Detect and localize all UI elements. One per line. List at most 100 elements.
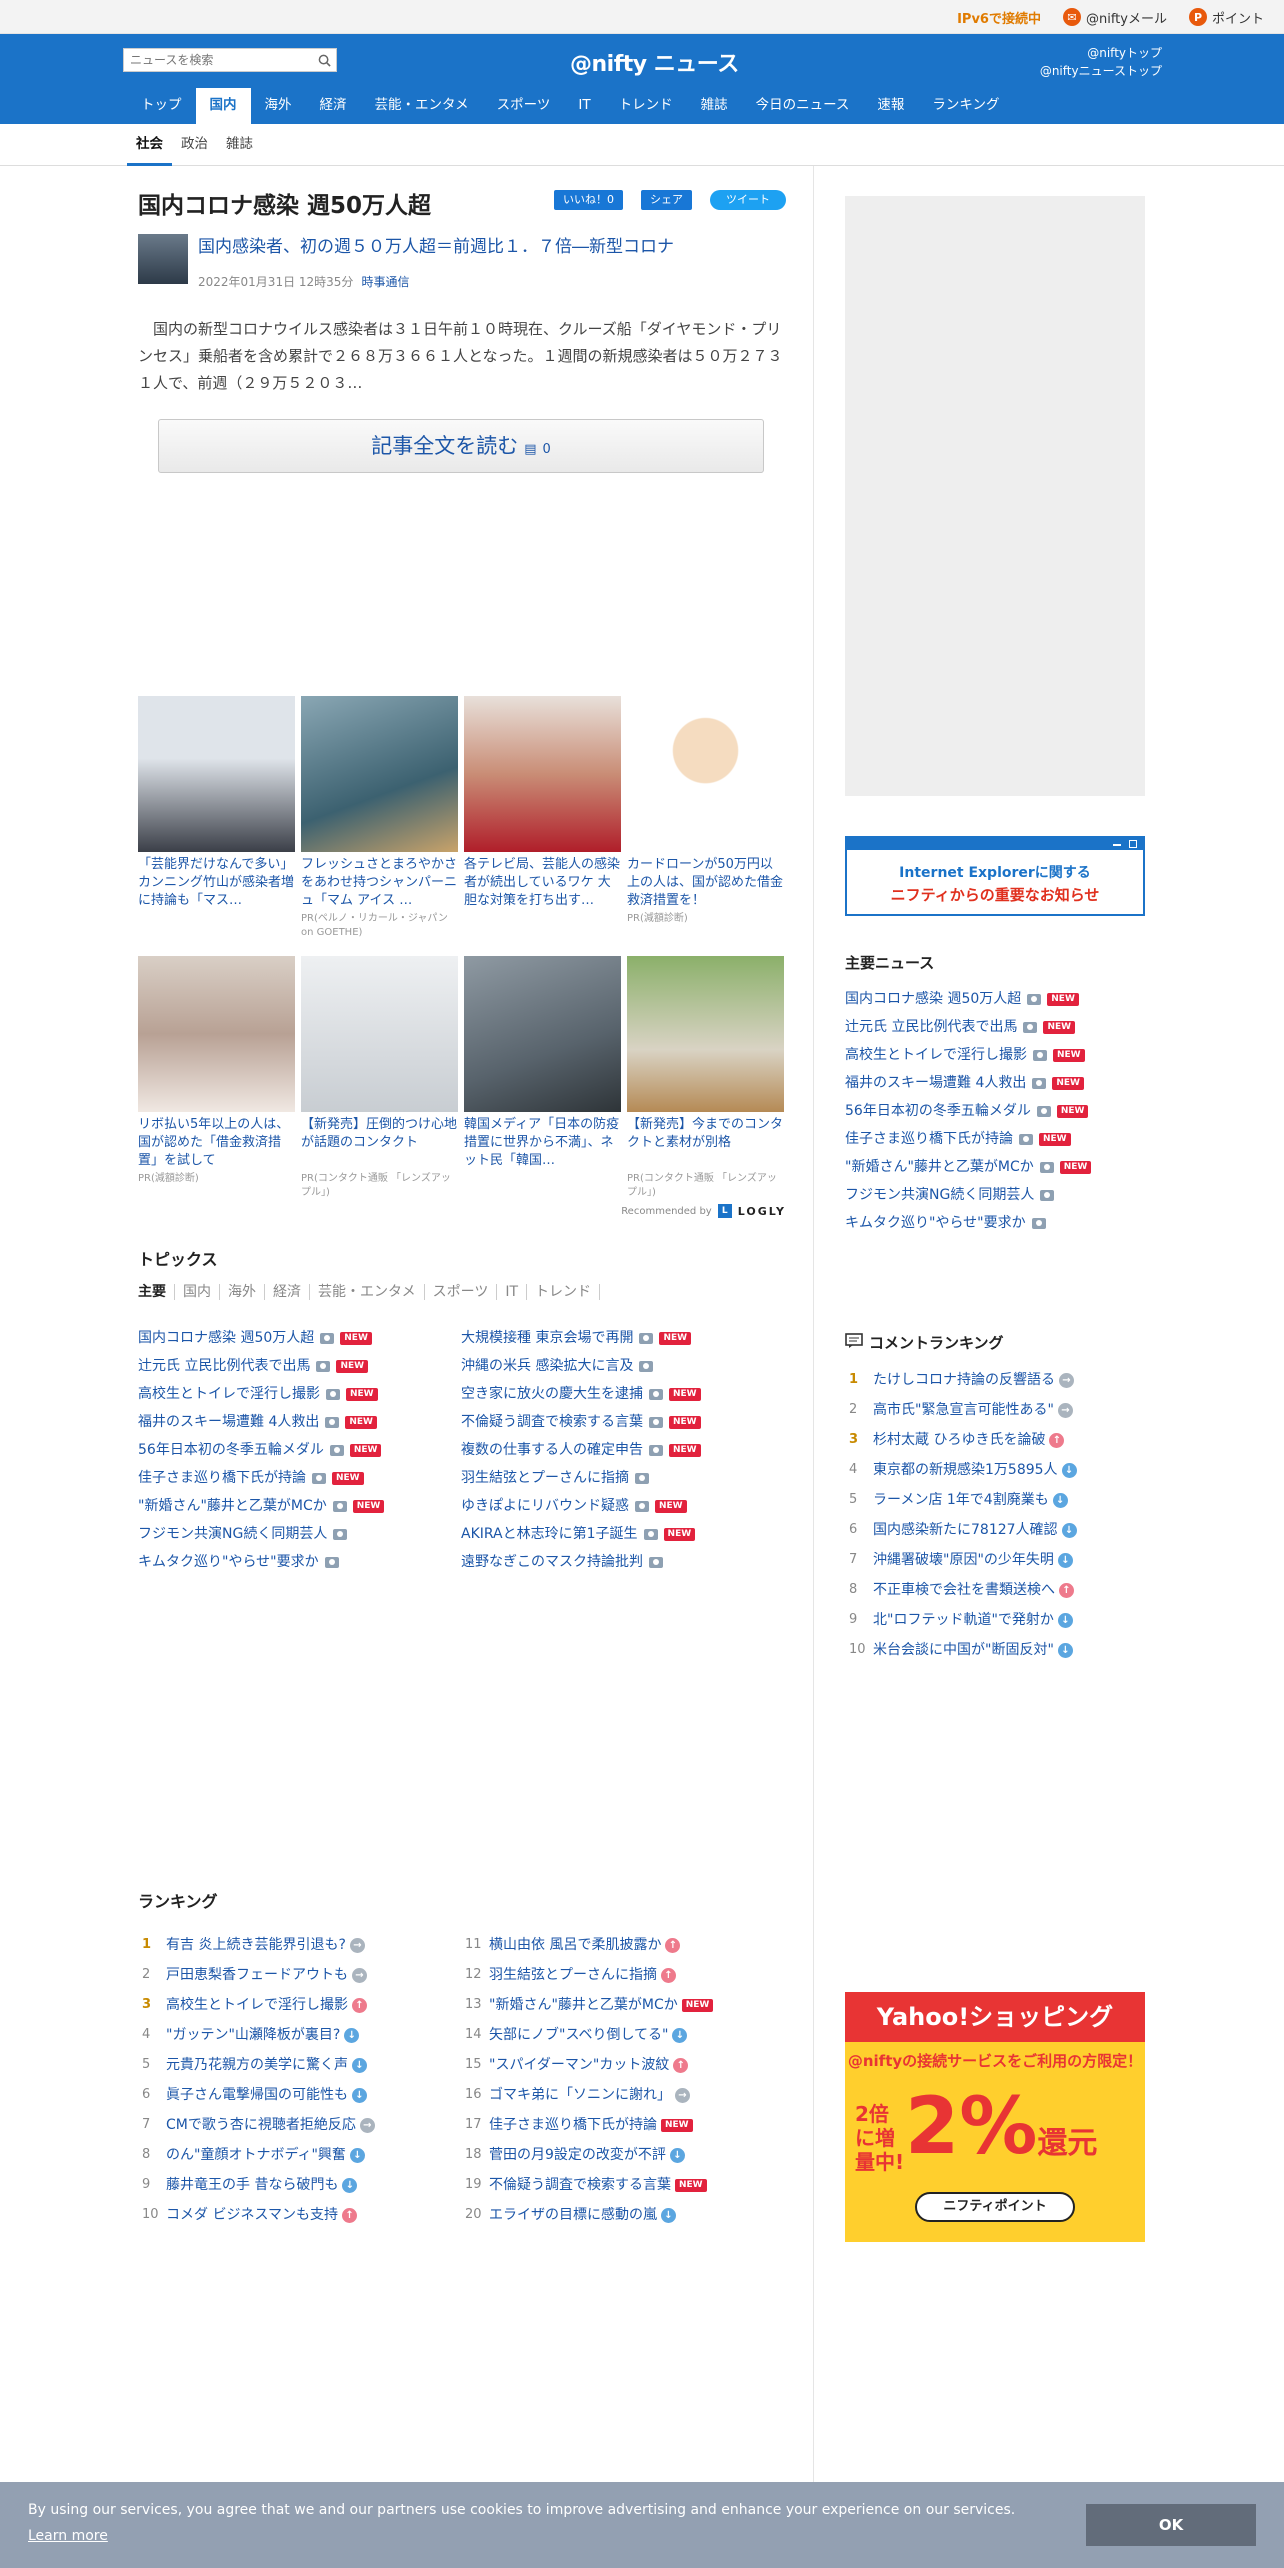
like-button[interactable]: いいね！0 [554, 190, 623, 210]
point-link[interactable]: P ポイント [1188, 8, 1264, 27]
ie-notice-banner[interactable]: Internet Explorerに関する ニフティからの重要なお知らせ [845, 836, 1145, 916]
topic-item[interactable]: "新婚さん"藤井と乙葉がMCか NEW [845, 1153, 1145, 1181]
topics-tab[interactable]: 国内 [175, 1284, 220, 1300]
ranking-item[interactable]: 5 元貴乃花親方の美学に驚く声 ↓ [138, 2050, 461, 2080]
site-logo[interactable]: @nifty ニュース [570, 46, 739, 78]
topics-tab[interactable]: 芸能・エンタメ [310, 1284, 425, 1300]
topic-item[interactable]: 福井のスキー場遭難 4人救出 NEW [845, 1069, 1145, 1097]
ranking-item[interactable]: 9 藤井竜王の手 昔なら破門も ↓ [138, 2170, 461, 2200]
nifty-news-top-link[interactable]: @niftyニューストップ [1040, 62, 1162, 80]
ranking-item[interactable]: 15 "スパイダーマン"カット波紋 ↑ [461, 2050, 784, 2080]
learn-more-link[interactable]: Learn more [28, 2528, 108, 2544]
recommend-card[interactable]: 「芸能界だけなんで多い」カンニング竹山が感染者増に持論も「マス… [138, 696, 295, 912]
topic-item[interactable]: キムタク巡り"やらせ"要求か [138, 1548, 461, 1576]
ranking-item[interactable]: 7 CMで歌う杏に視聴者拒絶反応 → [138, 2110, 461, 2140]
ranking-item[interactable]: 1 たけしコロナ持論の反響語る → [845, 1365, 1145, 1395]
ranking-item[interactable]: 3 杉村太蔵 ひろゆき氏を論破 ↑ [845, 1425, 1145, 1455]
article-thumbnail[interactable] [138, 234, 188, 284]
ranking-item[interactable]: 20 エライザの目標に感動の嵐 ↓ [461, 2200, 784, 2230]
topic-item[interactable]: 空き家に放火の慶大生を逮捕 NEW [461, 1380, 784, 1408]
recommend-card[interactable]: 韓国メディア「日本の防疫措置に世界から不満」、ネット民「韓国… [464, 956, 621, 1172]
topic-item[interactable]: フジモン共演NG続く同期芸人 [138, 1520, 461, 1548]
tweet-button[interactable]: ツイート [710, 190, 786, 210]
topic-item[interactable]: 辻元氏 立民比例代表で出馬 NEW [845, 1013, 1145, 1041]
ranking-item[interactable]: 11 横山由依 風呂で柔肌披露か ↑ [461, 1930, 784, 1960]
ranking-item[interactable]: 6 国内感染新たに78127人確認 ↓ [845, 1515, 1145, 1545]
subnav-tab[interactable]: 雑誌 [217, 124, 262, 166]
nav-tab[interactable]: スポーツ [483, 88, 565, 124]
subnav-tab[interactable]: 政治 [172, 124, 217, 166]
topic-item[interactable]: 高校生とトイレで淫行し撮影 NEW [845, 1041, 1145, 1069]
search-icon[interactable] [312, 49, 336, 71]
ranking-item[interactable]: 19 不倫疑う調査で検索する言葉 NEW [461, 2170, 784, 2200]
nav-tab[interactable]: ランキング [918, 88, 1013, 124]
topic-item[interactable]: キムタク巡り"やらせ"要求か [845, 1209, 1145, 1237]
ranking-item[interactable]: 4 東京都の新規感染1万5895人 ↓ [845, 1455, 1145, 1485]
ranking-item[interactable]: 8 のん"童顔オトナボディ"興奮 ↓ [138, 2140, 461, 2170]
ranking-item[interactable]: 1 有吉 炎上続き芸能界引退も? → [138, 1930, 461, 1960]
topic-item[interactable]: 福井のスキー場遭難 4人救出 NEW [138, 1408, 461, 1436]
ranking-item[interactable]: 16 ゴマキ弟に「ソニンに謝れ」 → [461, 2080, 784, 2110]
search-input[interactable] [124, 50, 312, 70]
ranking-item[interactable]: 10 米台会談に中国が"断固反対" ↓ [845, 1635, 1145, 1665]
recommend-card[interactable]: カードローンが50万円以上の人は、国が認めた借金救済措置を！ PR(減額診断) [627, 696, 784, 926]
mail-link[interactable]: ✉ @niftyメール [1062, 8, 1167, 27]
recommended-by[interactable]: Recommended by L LOGLY [621, 1204, 786, 1218]
topic-item[interactable]: 大規模接種 東京会場で再開 NEW [461, 1324, 784, 1352]
nifty-top-link[interactable]: @niftyトップ [1040, 44, 1162, 62]
article-subtitle[interactable]: 国内感染者、初の週５０万人超＝前週比１．７倍―新型コロナ [198, 232, 674, 257]
ranking-item[interactable]: 4 "ガッテン"山瀬降板が裏目? ↓ [138, 2020, 461, 2050]
topic-item[interactable]: 国内コロナ感染 週50万人超 NEW [845, 985, 1145, 1013]
topics-tab[interactable]: IT [497, 1284, 528, 1300]
ranking-item[interactable]: 6 眞子さん電撃帰国の可能性も ↓ [138, 2080, 461, 2110]
ranking-item[interactable]: 2 戸田恵梨香フェードアウトも → [138, 1960, 461, 1990]
topic-item[interactable]: 56年日本初の冬季五輪メダル NEW [138, 1436, 461, 1464]
topic-item[interactable]: 不倫疑う調査で検索する言葉 NEW [461, 1408, 784, 1436]
nav-tab[interactable]: 経済 [306, 88, 361, 124]
ranking-item[interactable]: 9 北"ロフテッド軌道"で発射か ↓ [845, 1605, 1145, 1635]
recommend-card[interactable]: リボ払い5年以上の人は、国が認めた「借金救済措置」を試して PR(減額診断) [138, 956, 295, 1186]
topic-item[interactable]: "新婚さん"藤井と乙葉がMCか NEW [138, 1492, 461, 1520]
topic-item[interactable]: 遠野なぎこのマスク持論批判 [461, 1548, 784, 1576]
nav-tab[interactable]: 芸能・エンタメ [361, 88, 483, 124]
topic-item[interactable]: 佳子さま巡り橋下氏が持論 NEW [138, 1464, 461, 1492]
ranking-item[interactable]: 8 不正車検で会社を書類送検へ ↑ [845, 1575, 1145, 1605]
ranking-item[interactable]: 7 沖縄署破壊"原因"の少年失明 ↓ [845, 1545, 1145, 1575]
nav-tab[interactable]: 速報 [863, 88, 918, 124]
topic-item[interactable]: 56年日本初の冬季五輪メダル NEW [845, 1097, 1145, 1125]
cookie-ok-button[interactable]: OK [1086, 2504, 1256, 2546]
nav-tab[interactable]: トップ [127, 88, 196, 124]
subnav-tab-active[interactable]: 社会 [127, 124, 172, 166]
recommend-card[interactable]: 【新発売】圧倒的つけ心地が話題のコンタクト PR(コンタクト通販 「レンズアップ… [301, 956, 458, 1200]
nav-tab[interactable]: トレンド [605, 88, 687, 124]
topic-item[interactable]: ゆきぽよにリバウンド疑惑 NEW [461, 1492, 784, 1520]
topics-tab[interactable]: 主要 [138, 1284, 175, 1300]
topic-item[interactable]: 複数の仕事する人の確定申告 NEW [461, 1436, 784, 1464]
nav-tab[interactable]: IT [564, 88, 604, 124]
nav-tab-active[interactable]: 国内 [195, 88, 251, 124]
topics-tab[interactable]: 経済 [265, 1284, 310, 1300]
topic-item[interactable]: 高校生とトイレで淫行し撮影 NEW [138, 1380, 461, 1408]
ranking-item[interactable]: 14 矢部にノブ"スベり倒してる" ↓ [461, 2020, 784, 2050]
read-more-button[interactable]: 記事全文を読む ▤ 0 [158, 419, 764, 473]
share-button[interactable]: シェア [641, 190, 692, 210]
topic-item[interactable]: 羽生結弦とプーさんに指摘 [461, 1464, 784, 1492]
ranking-item[interactable]: 10 コメダ ビジネスマンも支持 ↑ [138, 2200, 461, 2230]
nav-tab[interactable]: 海外 [251, 88, 306, 124]
ranking-item[interactable]: 2 高市氏"緊急宣言可能性ある" → [845, 1395, 1145, 1425]
ranking-item[interactable]: 17 佳子さま巡り橋下氏が持論 NEW [461, 2110, 784, 2140]
recommend-card[interactable]: 【新発売】今までのコンタクトと素材が別格 PR(コンタクト通販 「レンズアップル… [627, 956, 784, 1200]
recommend-card[interactable]: フレッシュさとまろやかさをあわせ持つシャンパーニュ「マム アイス … PR(ペル… [301, 696, 458, 940]
yahoo-shopping-banner[interactable]: Yahoo!ショッピング @niftyの接続サービスをご利用の方限定！ 2倍に増… [845, 1992, 1145, 2242]
ranking-item[interactable]: 13 "新婚さん"藤井と乙葉がMCか NEW [461, 1990, 784, 2020]
topics-tab[interactable]: 海外 [220, 1284, 265, 1300]
ranking-item[interactable]: 5 ラーメン店 1年で4割廃業も ↓ [845, 1485, 1145, 1515]
nav-tab[interactable]: 雑誌 [687, 88, 742, 124]
topics-tab[interactable]: スポーツ [425, 1284, 498, 1300]
topic-item[interactable]: 国内コロナ感染 週50万人超 NEW [138, 1324, 461, 1352]
topic-item[interactable]: フジモン共演NG続く同期芸人 [845, 1181, 1145, 1209]
topic-item[interactable]: 辻元氏 立民比例代表で出馬 NEW [138, 1352, 461, 1380]
topic-item[interactable]: 佳子さま巡り橋下氏が持論 NEW [845, 1125, 1145, 1153]
topic-item[interactable]: 沖縄の米兵 感染拡大に言及 [461, 1352, 784, 1380]
topics-tab[interactable]: トレンド [527, 1284, 601, 1300]
